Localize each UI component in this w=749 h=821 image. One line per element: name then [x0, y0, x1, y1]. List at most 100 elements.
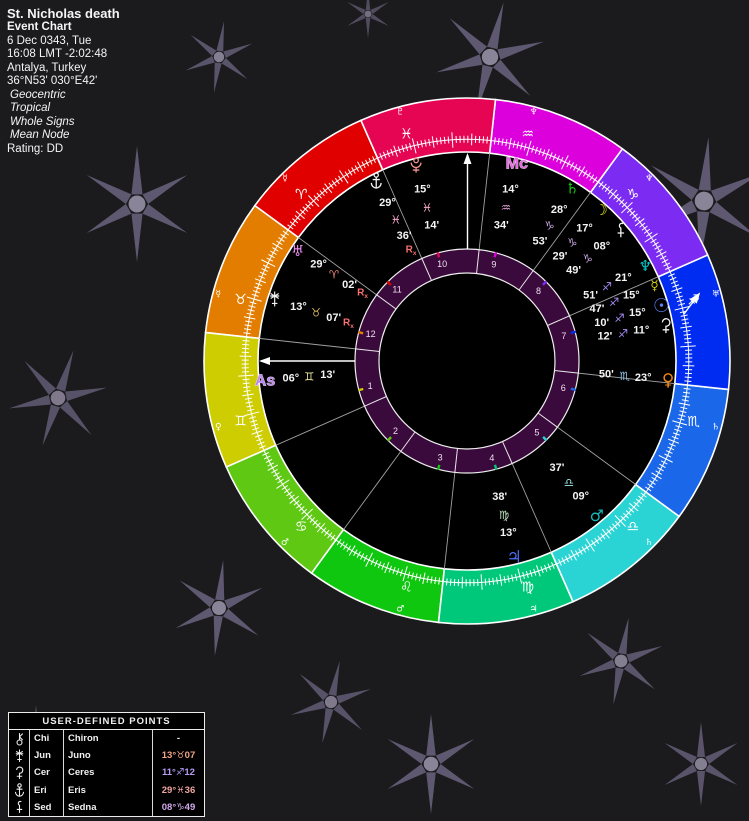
table-row-sedna: Sed Sedna 08° ♑ 49	[9, 798, 204, 816]
sign-rim-glyph-libra: ♄	[645, 538, 653, 548]
planet-glyph-uranus: ♅	[291, 242, 304, 260]
planet-glyph-venus: ♀	[662, 370, 674, 390]
inner-circle	[378, 272, 556, 450]
point-name: Ceres	[64, 764, 153, 782]
planet-degree-jupiter: 13°	[500, 527, 517, 539]
planet-sign-neptune: ♐	[602, 280, 612, 294]
degree-tick	[443, 136, 446, 144]
angle-label-asc: As	[255, 373, 276, 390]
planet-minutes-saturn: 53'	[533, 236, 548, 248]
table-row-ceres: Cer Ceres 11° ♐ 12	[9, 764, 204, 782]
chart-setting-centric: Geocentric	[10, 88, 66, 101]
point-name: Chiron	[64, 730, 153, 748]
star-core	[212, 601, 226, 615]
degree-tick	[488, 578, 491, 586]
sign-glyph-aries: ♈	[295, 187, 308, 203]
planet-glyph-sun: ☉	[653, 295, 670, 317]
sign-rim-glyph-scorpio: ♄	[712, 423, 720, 433]
planet-glyph-neptune: ♆	[639, 257, 652, 275]
house-number-8: 8	[536, 286, 541, 296]
sign-rim-glyph-capricorn: ♆	[645, 174, 653, 184]
planet-minutes-venus: 50'	[599, 368, 614, 380]
user-defined-points-table: USER-DEFINED POINTS Chi Chiron - Jun Juno 13°…	[8, 712, 205, 817]
planet-degree-juno: 13°	[290, 301, 307, 313]
sign-glyph-taurus: ♉	[234, 292, 247, 308]
point-name: Sedna	[64, 798, 153, 816]
house-number-10: 10	[437, 259, 447, 269]
planet-degree-sun: 15°	[629, 307, 646, 319]
angle-degree-mc: 14°	[502, 183, 519, 195]
point-abbr: Sed	[30, 798, 64, 816]
table-row-chiron: Chi Chiron -	[9, 730, 204, 748]
sign-glyph-aquarius: ♒	[521, 127, 534, 143]
planet-degree-moon: 17°	[576, 223, 593, 235]
planet-degree-sedna: 08°	[593, 240, 610, 252]
planet-minutes-eris: 36'	[397, 230, 412, 242]
table-row-juno: Jun Juno 13° ♉ 07	[9, 747, 204, 765]
juno-icon	[9, 747, 30, 765]
sign-rim-glyph-leo: ♂	[396, 605, 404, 615]
planet-degree-saturn: 28°	[551, 204, 568, 216]
angle-minutes-mc: 34'	[494, 219, 509, 231]
sign-rim-glyph-taurus: ☿	[216, 289, 222, 299]
house-number-4: 4	[489, 453, 494, 463]
chart-coordinates: 36°N53' 030°E42'	[7, 75, 98, 87]
house-number-1: 1	[368, 381, 373, 391]
planet-sign-pluto: ♓	[422, 201, 432, 215]
sign-glyph-scorpio: ♏	[687, 414, 700, 430]
planet-sign-sedna: ♑	[583, 251, 593, 265]
chart-title: St. Nicholas death	[7, 6, 120, 21]
point-position-value: 11° ♐ 12	[162, 767, 195, 779]
sign-rim-glyph-pisces: ♇	[396, 107, 404, 117]
point-abbr: Chi	[30, 730, 64, 748]
planet-degree-pluto: 15°	[414, 184, 431, 196]
star-core	[694, 757, 708, 771]
planet-degree-mars: 09°	[572, 491, 589, 503]
house-number-11: 11	[392, 285, 401, 295]
star-spikes	[347, 0, 389, 38]
planet-sign-mercury: ♐	[609, 295, 619, 309]
sign-rim-glyph-virgo: ♃	[530, 605, 538, 615]
planet-degree-ceres: 11°	[633, 324, 649, 336]
angle-label-mc: Mc	[506, 156, 528, 173]
point-position-value: 08° ♑ 49	[161, 801, 196, 813]
sign-glyph-capricorn: ♑	[627, 187, 640, 203]
house-number-9: 9	[491, 260, 496, 270]
degree-tick	[684, 337, 692, 340]
house-number-5: 5	[534, 427, 539, 437]
point-position-value: 29° ♓ 36	[161, 784, 196, 796]
degree-tick	[242, 340, 250, 342]
degree-tick	[684, 376, 692, 379]
planet-sign-moon: ♑	[567, 235, 577, 249]
chart-time: 16:08 LMT -2:02:48	[7, 48, 108, 60]
point-name: Eris	[64, 781, 153, 799]
house-number-7: 7	[561, 331, 566, 341]
planet-degree-venus: 23°	[635, 372, 652, 384]
planet-sign-mars: ♎	[564, 475, 574, 489]
planet-degree-eris: 29°	[379, 197, 396, 209]
planet-minutes-moon: 29'	[553, 250, 568, 262]
star-core	[364, 10, 372, 18]
planet-minutes-pluto: 14'	[424, 220, 439, 232]
star-decoration	[291, 660, 371, 744]
star-decoration	[664, 722, 738, 806]
degree-tick	[486, 136, 488, 144]
point-position-value: 13° ♉ 07	[161, 750, 196, 762]
planet-glyph-saturn: ♄	[566, 180, 579, 198]
degree-tick	[242, 343, 250, 346]
chart-place: Antalya, Turkey	[7, 61, 87, 74]
sign-rim-glyph-gemini: ♀	[215, 423, 222, 433]
star-core	[694, 191, 714, 211]
star-decoration	[387, 714, 475, 814]
planet-glyph-jupiter: ♃	[507, 547, 522, 567]
star-decoration	[185, 21, 253, 93]
house-number-2: 2	[393, 426, 398, 436]
eris-icon	[9, 781, 30, 799]
planet-minutes-sun: 10'	[594, 317, 609, 329]
house-sign-tick	[358, 387, 364, 392]
planet-minutes-uranus: 02'	[342, 279, 357, 291]
planet-sign-uranus: ♈	[329, 268, 339, 282]
star-decoration	[86, 146, 188, 262]
house-sign-tick	[436, 464, 441, 471]
chart-date: 6 Dec 0343, Tue	[7, 34, 92, 47]
